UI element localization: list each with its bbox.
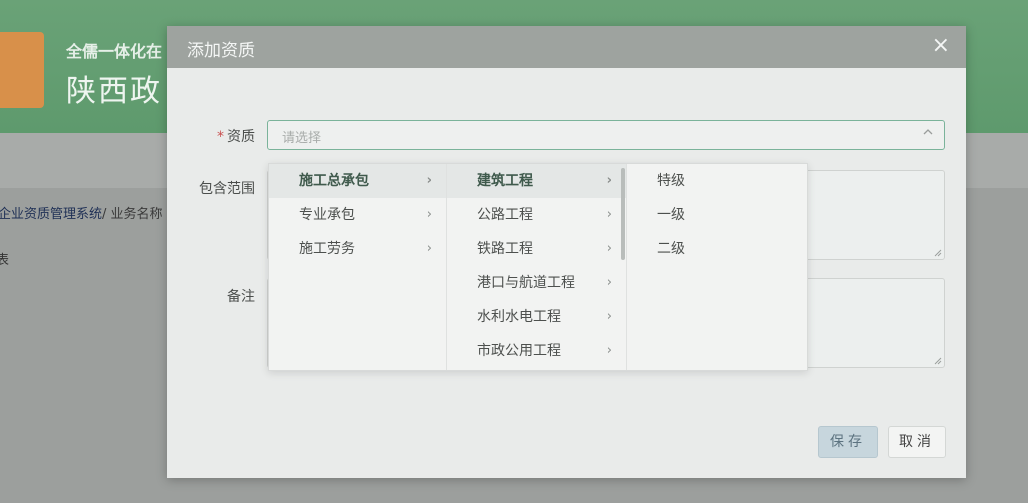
qualification-cascader: 施工总承包 › 专业承包 › 施工劳务 › 建筑工程 › 公路工程 › 铁路工程 › 港口与…: [268, 163, 808, 371]
cascader-option[interactable]: 港口与航道工程 ›: [447, 266, 626, 300]
cascader-level2-column: 建筑工程 › 公路工程 › 铁路工程 › 港口与航道工程 › 水利水电工程 › 市政公用工…: [447, 164, 627, 370]
qualification-select[interactable]: 请选择: [267, 120, 945, 150]
cascader-level1-column: 施工总承包 › 专业承包 › 施工劳务 ›: [269, 164, 447, 370]
chevron-right-icon: ›: [426, 207, 432, 222]
cascader-option[interactable]: 施工劳务 ›: [269, 232, 446, 266]
breadcrumb-link[interactable]: 企业资质管理系统: [0, 207, 102, 222]
dialog-title: 添加资质: [187, 41, 255, 61]
cascader-option[interactable]: 铁路工程 ›: [447, 232, 626, 266]
scope-label: 包含范围: [199, 181, 255, 197]
chevron-up-icon: [922, 126, 934, 141]
cancel-button[interactable]: 取消: [888, 426, 946, 458]
cascader-option[interactable]: 特级: [627, 164, 807, 198]
chevron-right-icon: ›: [606, 343, 612, 358]
cascader-option[interactable]: 一级: [627, 198, 807, 232]
chevron-right-icon: ›: [606, 173, 612, 188]
qualification-label: * 资质: [175, 126, 255, 146]
breadcrumb-separator: /: [102, 207, 107, 222]
background-side-label: 表: [0, 253, 10, 268]
required-star: *: [217, 129, 224, 145]
cascader-scrollbar[interactable]: [621, 168, 625, 260]
dialog-header: 添加资质 ×: [167, 26, 966, 68]
cascader-level3-column: 特级 一级 二级: [627, 164, 807, 370]
cascader-option[interactable]: 专业承包 ›: [269, 198, 446, 232]
save-button[interactable]: 保存: [818, 426, 878, 458]
chevron-right-icon: ›: [606, 309, 612, 324]
close-icon[interactable]: ×: [932, 32, 950, 60]
chevron-right-icon: ›: [426, 173, 432, 188]
background-subtitle: 全儒一体化在: [66, 42, 163, 61]
cascader-option[interactable]: 建筑工程 ›: [447, 164, 626, 198]
resize-grip-icon[interactable]: [934, 357, 942, 365]
chevron-right-icon: ›: [426, 241, 432, 256]
cascader-option[interactable]: 二级: [627, 232, 807, 266]
cascader-option[interactable]: 公路工程 ›: [447, 198, 626, 232]
qualification-select-placeholder: 请选择: [282, 131, 322, 146]
chevron-right-icon: ›: [606, 207, 612, 222]
cascader-option[interactable]: 市政公用工程 ›: [447, 334, 626, 368]
cascader-option[interactable]: 施工总承包 ›: [269, 164, 446, 198]
breadcrumb-current: 业务名称: [110, 207, 163, 222]
chevron-right-icon: ›: [606, 275, 612, 290]
background-logo: [0, 32, 44, 108]
qualification-label-text: 资质: [227, 129, 255, 145]
resize-grip-icon[interactable]: [934, 249, 942, 257]
cascader-option[interactable]: 水利水电工程 ›: [447, 300, 626, 334]
background-main-title: 陕西政: [66, 74, 162, 109]
remarks-label: 备注: [227, 289, 255, 305]
background-breadcrumb: 企业资质管理系统/ 业务名称: [0, 203, 163, 222]
chevron-right-icon: ›: [606, 241, 612, 256]
